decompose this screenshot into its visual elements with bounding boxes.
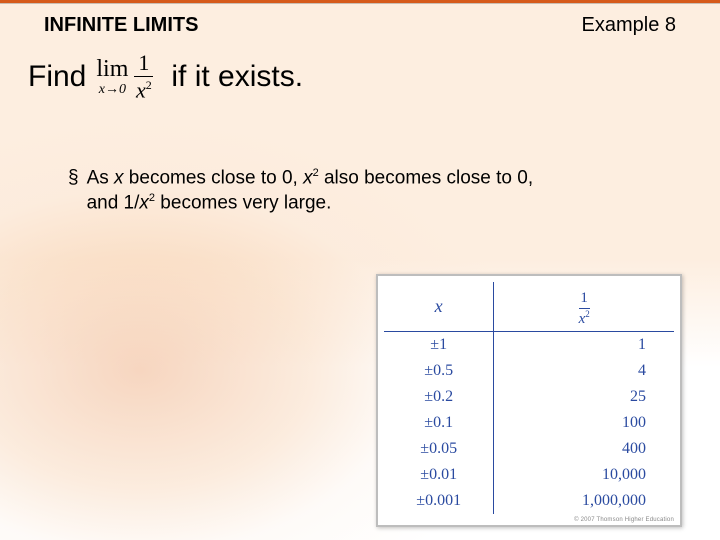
- lim-sub-arrow: →: [105, 82, 119, 97]
- den-exp: 2: [146, 78, 152, 92]
- cell-v: 400: [494, 436, 674, 462]
- header: INFINITE LIMITS Example 8: [44, 14, 676, 37]
- cell-v: 1: [494, 332, 674, 359]
- find-word: Find: [28, 60, 86, 94]
- hdr-den-exp: 2: [585, 309, 590, 319]
- lim-sub-val: 0: [119, 82, 126, 97]
- section-title: INFINITE LIMITS: [44, 14, 198, 37]
- den-base: x: [136, 77, 146, 102]
- table-row: ±0.0110,000: [384, 462, 674, 488]
- lim-subscript: x→0: [99, 83, 126, 97]
- lim-text: lim: [96, 57, 128, 81]
- table-header-row: x 1 x2: [384, 282, 674, 332]
- bt5: becomes very large.: [155, 192, 331, 213]
- bt2: becomes close to 0,: [124, 167, 304, 188]
- cell-x: ±0.1: [384, 410, 494, 436]
- hdr-den: x2: [579, 309, 590, 327]
- header-fraction: 1 x2: [579, 291, 590, 327]
- bt4: and 1/: [87, 192, 140, 213]
- cell-x: ±0.01: [384, 462, 494, 488]
- col-header-x: x: [384, 282, 494, 332]
- example-label: Example 8: [582, 14, 677, 37]
- table-row: ±0.1100: [384, 410, 674, 436]
- bt1: As: [87, 167, 114, 188]
- bt3: also becomes close to 0,: [319, 167, 533, 188]
- cell-x: ±0.2: [384, 384, 494, 410]
- fraction-numerator: 1: [134, 52, 153, 76]
- accent-border: [0, 0, 720, 3]
- values-table-frame: x 1 x2 ±11 ±0.54 ±0.225 ±0.1100 ±0.05400: [376, 274, 682, 527]
- cell-v: 100: [494, 410, 674, 436]
- hdr-num: 1: [580, 291, 588, 308]
- limit-expression: lim x→0 1 x2: [96, 52, 153, 101]
- values-table: x 1 x2 ±11 ±0.54 ±0.225 ±0.1100 ±0.05400: [384, 282, 674, 514]
- cell-x: ±0.001: [384, 488, 494, 514]
- bt-inv-base: x: [139, 192, 149, 213]
- col-header-fx: 1 x2: [494, 282, 674, 332]
- cell-v: 4: [494, 358, 674, 384]
- cell-v: 10,000: [494, 462, 674, 488]
- fraction: 1 x2: [134, 52, 153, 101]
- bt-xsq-base: x: [303, 167, 313, 188]
- cell-x: ±1: [384, 332, 494, 359]
- bullet-marker: §: [68, 166, 79, 216]
- problem-statement: Find lim x→0 1 x2 if it exists.: [28, 52, 690, 101]
- bt-var-x: x: [114, 167, 124, 188]
- cell-v: 25: [494, 384, 674, 410]
- table-row: ±11: [384, 332, 674, 359]
- cell-x: ±0.05: [384, 436, 494, 462]
- cell-v: 1,000,000: [494, 488, 674, 514]
- bullet-text: As x becomes close to 0, x2 also becomes…: [87, 166, 534, 216]
- table-row: ±0.05400: [384, 436, 674, 462]
- cell-x: ±0.5: [384, 358, 494, 384]
- table-row: ±0.225: [384, 384, 674, 410]
- table-row: ±0.54: [384, 358, 674, 384]
- table-copyright: © 2007 Thomson Higher Education: [384, 514, 674, 523]
- slide: INFINITE LIMITS Example 8 Find lim x→0 1…: [0, 0, 720, 540]
- table-row: ±0.0011,000,000: [384, 488, 674, 514]
- limit-operator: lim x→0: [96, 57, 128, 97]
- prompt-tail: if it exists.: [171, 60, 303, 94]
- explanation-bullet: § As x becomes close to 0, x2 also becom…: [68, 166, 662, 216]
- fraction-denominator: x2: [136, 77, 152, 101]
